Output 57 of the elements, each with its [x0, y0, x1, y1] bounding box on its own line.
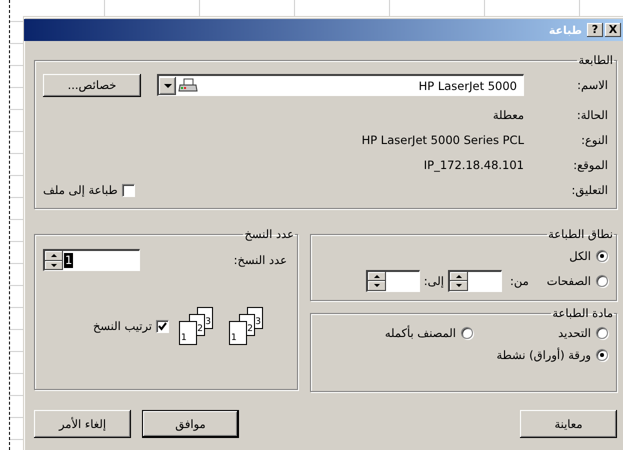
- field-label: الاسم:: [576, 78, 608, 92]
- cancel-button[interactable]: إلغاء الأمر: [34, 410, 131, 438]
- radio-label: الكل: [569, 248, 591, 262]
- checkbox-label: ترتيب النسخ: [92, 319, 152, 333]
- radio-label: ورقة (أوراق) نشطة: [496, 348, 591, 362]
- radio-label: التحديد: [558, 326, 591, 340]
- printer-icon: [178, 78, 198, 94]
- properties-button[interactable]: خصائص...: [43, 74, 141, 96]
- radio-button[interactable]: [596, 250, 608, 262]
- radio-button[interactable]: [596, 349, 608, 361]
- spin-up-button[interactable]: [368, 272, 386, 281]
- caret-icon: [164, 84, 172, 88]
- field-label: النوع:: [580, 132, 608, 146]
- group-title: مادة الطباعة: [551, 306, 614, 320]
- ok-button[interactable]: موافق: [142, 410, 239, 438]
- field-label: من:: [510, 274, 529, 288]
- down-arrow-icon: [456, 284, 462, 288]
- page-number-field[interactable]: [448, 270, 502, 292]
- up-arrow-icon: [374, 274, 380, 278]
- page-sheet: 1: [229, 321, 247, 345]
- down-arrow-icon: [51, 264, 57, 267]
- printer-dropdown[interactable]: HP LaserJet 5000: [157, 74, 524, 96]
- radio-button[interactable]: [596, 327, 608, 339]
- field-label: إلى:: [424, 274, 444, 288]
- checkbox[interactable]: [122, 184, 135, 196]
- up-arrow-icon: [51, 254, 57, 258]
- spin-up-button[interactable]: [450, 272, 468, 281]
- field-label: الحالة:: [576, 108, 608, 122]
- spin-down-button[interactable]: [368, 281, 386, 290]
- window-title: طباعة: [548, 24, 582, 36]
- up-arrow-icon: [456, 274, 462, 278]
- close-button[interactable]: X: [605, 23, 621, 37]
- checkbox-label: طباعة إلى ملف: [43, 183, 118, 197]
- radio-button[interactable]: [596, 274, 608, 286]
- preview-button[interactable]: معاينة: [520, 410, 617, 438]
- field-label: عدد النسخ:: [234, 253, 287, 267]
- field-label: الموقع:: [572, 158, 608, 172]
- help-button[interactable]: ?: [587, 23, 603, 37]
- down-arrow-icon: [374, 284, 380, 288]
- group-title: الطابعة: [577, 53, 614, 67]
- dropdown-value: HP LaserJet 5000: [418, 78, 518, 92]
- page-number-field[interactable]: [366, 270, 420, 292]
- field-value: HP LaserJet 5000 Series PCL: [362, 132, 524, 146]
- group-title: عدد النسخ: [243, 227, 295, 241]
- radio-label: المصنف بأكمله: [384, 326, 456, 340]
- field-value: معطلة: [492, 108, 524, 122]
- group-title: نطاق الطباعة: [547, 227, 614, 241]
- radio-button[interactable]: [461, 327, 473, 339]
- copies-field[interactable]: 1: [43, 249, 140, 271]
- spin-up-button[interactable]: [45, 251, 63, 260]
- checkbox[interactable]: [156, 320, 169, 332]
- radio-label: الصفحات: [546, 274, 591, 288]
- spin-down-button[interactable]: [450, 281, 468, 290]
- page-sheet: 1: [179, 321, 197, 345]
- dropdown-button[interactable]: [159, 76, 176, 94]
- field-value: IP_172.18.48.101: [424, 158, 524, 172]
- field-label: التعليق:: [570, 183, 608, 197]
